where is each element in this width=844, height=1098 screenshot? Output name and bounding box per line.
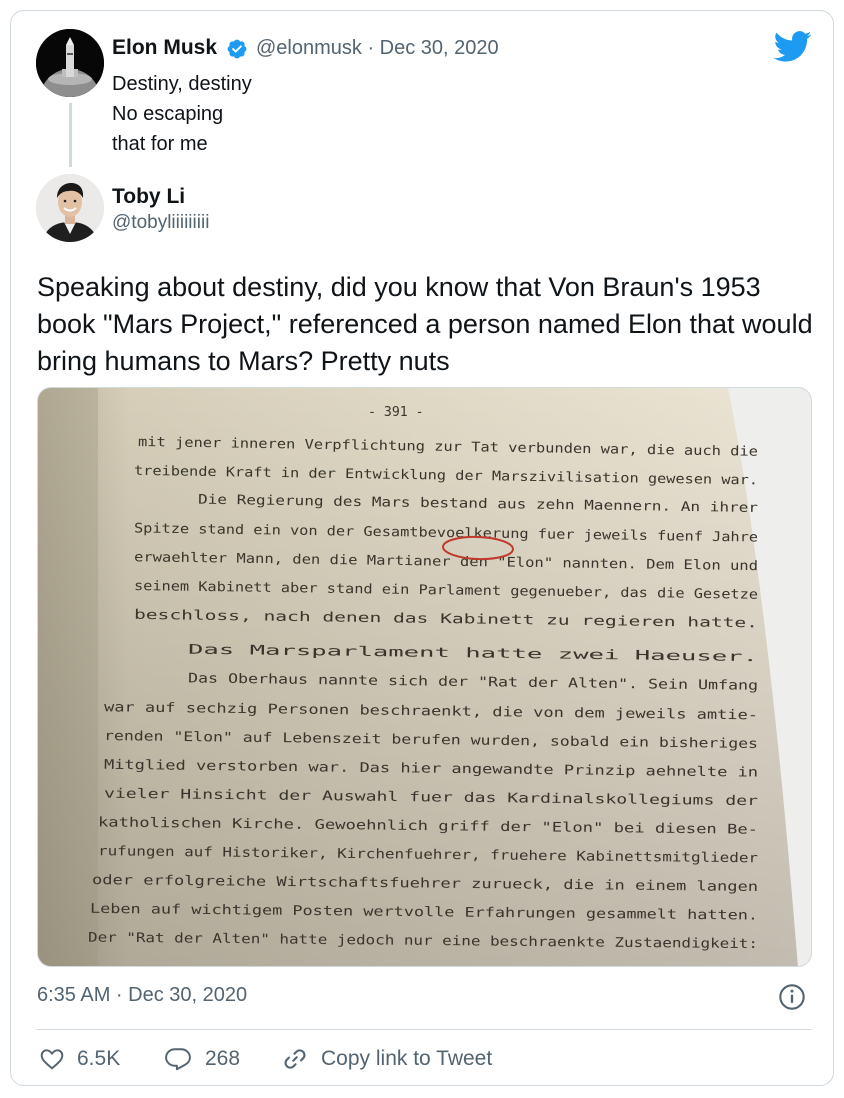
twitter-bird-icon[interactable] — [774, 31, 812, 63]
typewritten-page-image: - 391 -mit jener inneren Verpflichtung z… — [38, 388, 811, 966]
actions-divider — [37, 1029, 811, 1030]
tweet-photo[interactable]: - 391 - mit jener inneren Verpflichtung z… — [37, 387, 812, 967]
reply-count: 268 — [205, 1047, 241, 1070]
avatar-toby[interactable] — [36, 174, 104, 242]
author-name[interactable]: Toby Li — [112, 185, 185, 209]
author-handle[interactable]: @tobyliiiiiiiii — [112, 212, 209, 234]
thread-line — [69, 103, 72, 167]
avatar-elon-image — [36, 29, 104, 97]
verified-badge-icon — [227, 39, 247, 59]
quoted-line-2: No escaping — [112, 103, 224, 125]
like-button[interactable]: 6.5K — [39, 1041, 120, 1077]
quoted-line-3: that for me — [112, 133, 208, 155]
tweet-card: Elon Musk @elonmusk · Dec 30, 2020 Desti… — [10, 10, 834, 1086]
quoted-author-name[interactable]: Elon Musk — [112, 36, 217, 60]
reply-bubble-icon — [165, 1048, 191, 1071]
quoted-handle-date[interactable]: @elonmusk · Dec 30, 2020 — [256, 37, 499, 60]
tweet-timestamp[interactable]: 6:35 AM · Dec 30, 2020 — [37, 984, 247, 1007]
heart-icon — [40, 1049, 64, 1070]
avatar-toby-image — [36, 174, 104, 242]
reply-button[interactable]: 268 — [163, 1041, 240, 1077]
link-icon — [284, 1049, 306, 1069]
avatar-elon[interactable] — [36, 29, 104, 97]
quoted-line-1: Destiny, destiny — [112, 73, 252, 95]
tweet-text: Speaking about destiny, did you know tha… — [37, 272, 813, 376]
like-count: 6.5K — [77, 1047, 121, 1070]
copy-link-button[interactable]: Copy link to Tweet — [281, 1041, 492, 1077]
quoted-tweet-text: Destiny, destiny No escaping that for me — [112, 69, 412, 159]
info-icon[interactable] — [778, 983, 806, 1011]
page-number: - 391 - — [368, 405, 424, 420]
copy-link-label: Copy link to Tweet — [321, 1047, 493, 1070]
